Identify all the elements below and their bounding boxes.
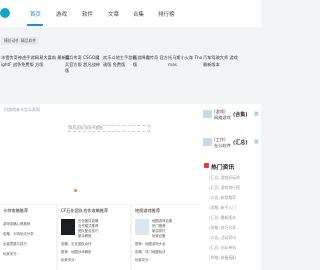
bottom-card-thumbnail [61,219,75,235]
featured-item[interactable]: 托马斯小火车 Thomas [168,55,203,91]
bottom-card-title: CF石化团队合作攻略推荐 [61,208,109,213]
bottom-card-text: 玩家必备 [152,234,166,238]
bottom-cards: 卡特攻略推荐 游戏攻略心得推荐 攻略：卡特玩法分享 出装思路与技巧 玩家评分： … [0,205,200,270]
featured-title: 冰雪传奇神途手游lightF 战争免费版 [1,55,36,67]
bottom-card-line: 攻略：石化团队合作 [61,242,92,246]
hot-news-item[interactable]: (汇总) 游戏排行榜 [209,185,240,191]
featured-title: 西游降魔传奇 官方版 [133,55,168,67]
fire-icon [204,163,209,168]
main-content: 问游戏来卡怎么弄呀 单机游戏/游戏专题图 [0,104,200,204]
bottom-card-line: 玩家评分： [61,258,78,262]
nav-active-indicator [27,24,43,26]
hot-news-item[interactable]: (攻略) 新手入门 [209,205,236,211]
bottom-card-line: 出装思路与技巧 [3,242,27,246]
sidebar-item-title[interactable]: (汇总) [233,139,248,146]
bottom-card-title: 卡特攻略推荐 [3,208,29,213]
banner-image[interactable]: 单机游戏/游戏专题图 [68,125,150,132]
tag-item[interactable]: 精品软件 [18,37,40,45]
tag-row: 模仿动作 精品软件 [0,34,261,48]
featured-item[interactable]: 魔兵传奇 CSGO魔兵官方版 超凡战神版 [65,55,100,91]
hot-news-item[interactable]: (汇总) 必玩单机 [209,245,236,251]
hot-news-item[interactable]: (公告) 活动资讯 [209,235,236,241]
bottom-card-line: 玩家评分： [3,252,20,256]
bottom-card-line: 攻略：热门地图玩法 [135,250,166,254]
nav-games[interactable]: 游戏 [56,10,67,18]
nav-rankings[interactable]: 排行榜 [158,10,175,18]
sidebar-thumbnail[interactable] [203,138,212,146]
nav-home[interactable]: 首页 [30,10,41,18]
hot-news-item[interactable]: (攻略) 装备搭配 [209,255,236,261]
hot-news-title: 热门资讯 [211,165,235,171]
hot-news-item[interactable]: (公告) 新游推荐 [209,195,236,201]
sidebar-item-sub: 办公软件 [214,143,231,148]
bottom-card[interactable]: 卡特攻略推荐 游戏攻略心得推荐 攻略：卡特玩法分享 出装思路与技巧 玩家评分： [0,205,56,270]
sidebar-item-title[interactable]: (合集) [233,111,248,118]
hot-news-item[interactable]: (汇总) 游戏好玩的 [209,175,240,181]
bottom-card-thumbnail [135,219,149,235]
hot-news-panel: 热门资讯 (汇总) 游戏好玩的 (汇总) 游戏排行榜 (公告) 新游推荐 (攻略… [200,159,261,270]
top-navigation: 首页 游戏 软件 文章 合集 排行榜 [0,0,261,27]
hot-news-item[interactable]: (汇总) 最新版本 [209,215,236,221]
bottom-card-line: 游戏攻略心得推荐 [3,222,31,226]
featured-item[interactable]: 冰雪传奇神途手游lightF 战争免费版 [1,55,36,91]
bottom-card-title: 地图游戏推荐 [135,208,161,213]
bottom-card-line: 玩家评分： [135,258,152,262]
nav-articles[interactable]: 文章 [108,10,119,18]
featured-item[interactable]: 西游降魔传奇 官方版 [133,55,168,91]
sidebar-item-badge: 游 [254,111,259,116]
nav-software[interactable]: 软件 [82,10,93,18]
featured-title: 汽车驾驶大师 游戏 最新版本 [203,55,238,67]
sidebar-item-badge: 游 [254,139,259,144]
featured-title: 托马斯小火车 Thomas [168,55,203,67]
bottom-card-line: 推荐：地图游戏大全 [135,242,166,246]
bottom-card-line: 攻略：卡特玩法分享 [3,232,34,236]
featured-title: 魔兵传奇 CSGO魔兵官方版 超凡战神版 [65,55,100,74]
bottom-card-line: 推荐：地图战术解析 [61,250,92,254]
featured-list: 冰雪传奇神途手游lightF 战争免费版 网易大富翁 最新官方版 魔兵传奇 CS… [0,52,261,92]
site-logo[interactable] [0,8,10,18]
content-note: 问游戏来卡怎么弄呀 [4,107,40,112]
bottom-card-text: 新手教程 [78,234,92,238]
bottom-card[interactable]: 地图游戏推荐 地图游戏合集 热门推荐 新游排行 玩家必备 推荐：地图游戏大全 攻… [132,205,200,270]
hot-news-item[interactable]: (攻略) 技巧分享 [209,225,236,231]
sidebar-item-sub: 网络游戏 [214,115,231,120]
nav-collections[interactable]: 合集 [133,10,144,18]
featured-item[interactable]: 汽车驾驶大师 游戏 最新版本 [203,55,238,91]
carousel-dot[interactable] [74,189,77,192]
bottom-card[interactable]: CF石化团队合作攻略推荐 石化团队攻略 合作模式推荐 团队配合技巧 新手教程 攻… [58,205,130,270]
sidebar-thumbnail[interactable] [203,110,212,118]
